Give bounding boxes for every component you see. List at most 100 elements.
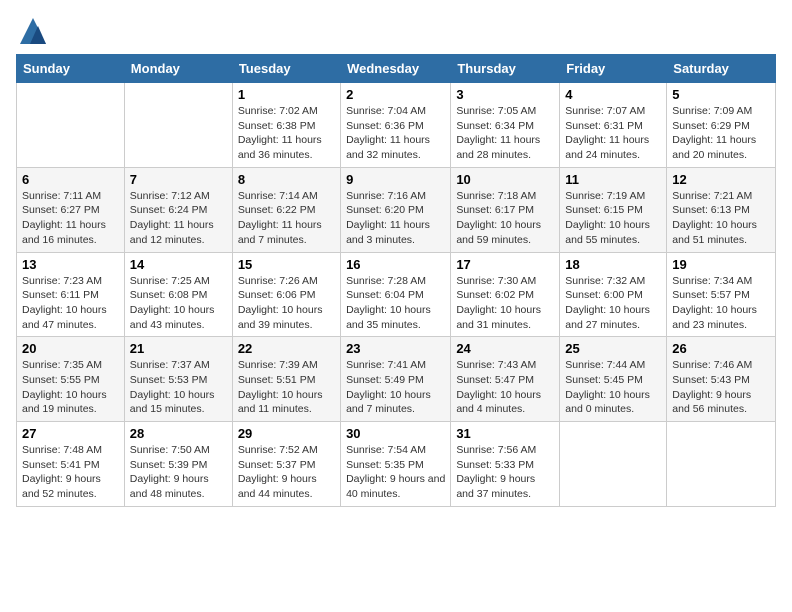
day-info: Sunrise: 7:05 AMSunset: 6:34 PMDaylight:… (456, 104, 554, 163)
day-cell (17, 83, 125, 168)
day-cell: 31Sunrise: 7:56 AMSunset: 5:33 PMDayligh… (451, 422, 560, 507)
day-cell: 26 Sunrise: 7:46 AMSunset: 5:43 PMDayligh… (667, 337, 776, 422)
day-info: Sunrise: 7:28 AMSunset: 6:04 PMDaylight:… (346, 274, 445, 333)
week-row-2: 6Sunrise: 7:11 AMSunset: 6:27 PMDaylight… (17, 167, 776, 252)
week-row-5: 27 Sunrise: 7:48 AMSunset: 5:41 PMDayligh… (17, 422, 776, 507)
day-number: 14 (130, 257, 227, 272)
day-number: 20 (22, 341, 119, 356)
day-cell (560, 422, 667, 507)
day-cell: 5 Sunrise: 7:09 AMSunset: 6:29 PMDaylight… (667, 83, 776, 168)
day-number: 9 (346, 172, 445, 187)
day-number: 31 (456, 426, 554, 441)
day-number: 12 (672, 172, 770, 187)
day-number: 11 (565, 172, 661, 187)
day-info: Sunrise: 7:25 AMSunset: 6:08 PMDaylight:… (130, 274, 227, 333)
header-row: SundayMondayTuesdayWednesdayThursdayFrid… (17, 55, 776, 83)
day-cell: 4Sunrise: 7:07 AMSunset: 6:31 PMDaylight… (560, 83, 667, 168)
day-number: 22 (238, 341, 335, 356)
header-day-thursday: Thursday (451, 55, 560, 83)
day-number: 17 (456, 257, 554, 272)
day-number: 18 (565, 257, 661, 272)
header-day-saturday: Saturday (667, 55, 776, 83)
day-cell: 25 Sunrise: 7:44 AMSunset: 5:45 PMDayligh… (560, 337, 667, 422)
header-day-sunday: Sunday (17, 55, 125, 83)
day-cell: 16 Sunrise: 7:28 AMSunset: 6:04 PMDayligh… (341, 252, 451, 337)
day-cell: 19Sunrise: 7:34 AMSunset: 5:57 PMDayligh… (667, 252, 776, 337)
day-number: 24 (456, 341, 554, 356)
day-cell: 3 Sunrise: 7:05 AMSunset: 6:34 PMDaylight… (451, 83, 560, 168)
logo-icon (18, 16, 48, 46)
day-cell: 13 Sunrise: 7:23 AMSunset: 6:11 PMDayligh… (17, 252, 125, 337)
day-info: Sunrise: 7:37 AMSunset: 5:53 PMDaylight:… (130, 358, 227, 417)
day-info: Sunrise: 7:44 AMSunset: 5:45 PMDaylight:… (565, 358, 661, 417)
day-info: Sunrise: 7:18 AMSunset: 6:17 PMDaylight:… (456, 189, 554, 248)
day-info: Sunrise: 7:16 AMSunset: 6:20 PMDaylight:… (346, 189, 445, 248)
day-number: 7 (130, 172, 227, 187)
day-cell: 27 Sunrise: 7:48 AMSunset: 5:41 PMDayligh… (17, 422, 125, 507)
day-info: Sunrise: 7:02 AMSunset: 6:38 PMDaylight:… (238, 104, 335, 163)
day-info: Sunrise: 7:26 AMSunset: 6:06 PMDaylight:… (238, 274, 335, 333)
day-cell: 22Sunrise: 7:39 AMSunset: 5:51 PMDayligh… (232, 337, 340, 422)
day-info: Sunrise: 7:21 AMSunset: 6:13 PMDaylight:… (672, 189, 770, 248)
day-number: 8 (238, 172, 335, 187)
day-cell: 11 Sunrise: 7:19 AMSunset: 6:15 PMDayligh… (560, 167, 667, 252)
day-cell: 29 Sunrise: 7:52 AMSunset: 5:37 PMDayligh… (232, 422, 340, 507)
day-info: Sunrise: 7:19 AMSunset: 6:15 PMDaylight:… (565, 189, 661, 248)
day-info: Sunrise: 7:46 AMSunset: 5:43 PMDaylight:… (672, 358, 770, 417)
day-info: Sunrise: 7:09 AMSunset: 6:29 PMDaylight:… (672, 104, 770, 163)
calendar-table: SundayMondayTuesdayWednesdayThursdayFrid… (16, 54, 776, 507)
day-number: 25 (565, 341, 661, 356)
day-number: 10 (456, 172, 554, 187)
day-cell: 21 Sunrise: 7:37 AMSunset: 5:53 PMDayligh… (124, 337, 232, 422)
day-info: Sunrise: 7:50 AMSunset: 5:39 PMDaylight:… (130, 443, 227, 502)
day-cell: 1Sunrise: 7:02 AMSunset: 6:38 PMDaylight… (232, 83, 340, 168)
day-number: 21 (130, 341, 227, 356)
day-number: 16 (346, 257, 445, 272)
day-info: Sunrise: 7:41 AMSunset: 5:49 PMDaylight:… (346, 358, 445, 417)
day-info: Sunrise: 7:43 AMSunset: 5:47 PMDaylight:… (456, 358, 554, 417)
day-info: Sunrise: 7:07 AMSunset: 6:31 PMDaylight:… (565, 104, 661, 163)
header-day-friday: Friday (560, 55, 667, 83)
day-number: 13 (22, 257, 119, 272)
header-day-monday: Monday (124, 55, 232, 83)
day-cell: 20 Sunrise: 7:35 AMSunset: 5:55 PMDayligh… (17, 337, 125, 422)
day-cell: 18 Sunrise: 7:32 AMSunset: 6:00 PMDayligh… (560, 252, 667, 337)
day-info: Sunrise: 7:48 AMSunset: 5:41 PMDaylight:… (22, 443, 119, 502)
week-row-1: 1Sunrise: 7:02 AMSunset: 6:38 PMDaylight… (17, 83, 776, 168)
day-info: Sunrise: 7:34 AMSunset: 5:57 PMDaylight:… (672, 274, 770, 333)
day-info: Sunrise: 7:30 AMSunset: 6:02 PMDaylight:… (456, 274, 554, 333)
day-info: Sunrise: 7:12 AMSunset: 6:24 PMDaylight:… (130, 189, 227, 248)
logo (16, 16, 48, 46)
day-cell: 17 Sunrise: 7:30 AMSunset: 6:02 PMDayligh… (451, 252, 560, 337)
day-number: 29 (238, 426, 335, 441)
day-number: 28 (130, 426, 227, 441)
day-number: 2 (346, 87, 445, 102)
day-info: Sunrise: 7:14 AMSunset: 6:22 PMDaylight:… (238, 189, 335, 248)
day-cell: 24 Sunrise: 7:43 AMSunset: 5:47 PMDayligh… (451, 337, 560, 422)
header-day-tuesday: Tuesday (232, 55, 340, 83)
day-cell: 6Sunrise: 7:11 AMSunset: 6:27 PMDaylight… (17, 167, 125, 252)
day-cell: 14 Sunrise: 7:25 AMSunset: 6:08 PMDayligh… (124, 252, 232, 337)
day-cell: 9 Sunrise: 7:16 AMSunset: 6:20 PMDaylight… (341, 167, 451, 252)
day-info: Sunrise: 7:04 AMSunset: 6:36 PMDaylight:… (346, 104, 445, 163)
week-row-4: 20 Sunrise: 7:35 AMSunset: 5:55 PMDayligh… (17, 337, 776, 422)
week-row-3: 13 Sunrise: 7:23 AMSunset: 6:11 PMDayligh… (17, 252, 776, 337)
day-cell: 8 Sunrise: 7:14 AMSunset: 6:22 PMDaylight… (232, 167, 340, 252)
day-number: 26 (672, 341, 770, 356)
day-cell: 23Sunrise: 7:41 AMSunset: 5:49 PMDayligh… (341, 337, 451, 422)
day-cell: 7 Sunrise: 7:12 AMSunset: 6:24 PMDaylight… (124, 167, 232, 252)
day-cell (667, 422, 776, 507)
day-info: Sunrise: 7:35 AMSunset: 5:55 PMDaylight:… (22, 358, 119, 417)
day-number: 5 (672, 87, 770, 102)
day-number: 3 (456, 87, 554, 102)
day-info: Sunrise: 7:52 AMSunset: 5:37 PMDaylight:… (238, 443, 335, 502)
day-number: 15 (238, 257, 335, 272)
day-info: Sunrise: 7:11 AMSunset: 6:27 PMDaylight:… (22, 189, 119, 248)
day-info: Sunrise: 7:23 AMSunset: 6:11 PMDaylight:… (22, 274, 119, 333)
day-info: Sunrise: 7:32 AMSunset: 6:00 PMDaylight:… (565, 274, 661, 333)
day-cell: 15 Sunrise: 7:26 AMSunset: 6:06 PMDayligh… (232, 252, 340, 337)
day-number: 27 (22, 426, 119, 441)
day-cell: 2 Sunrise: 7:04 AMSunset: 6:36 PMDaylight… (341, 83, 451, 168)
day-number: 30 (346, 426, 445, 441)
page-header (16, 16, 776, 46)
